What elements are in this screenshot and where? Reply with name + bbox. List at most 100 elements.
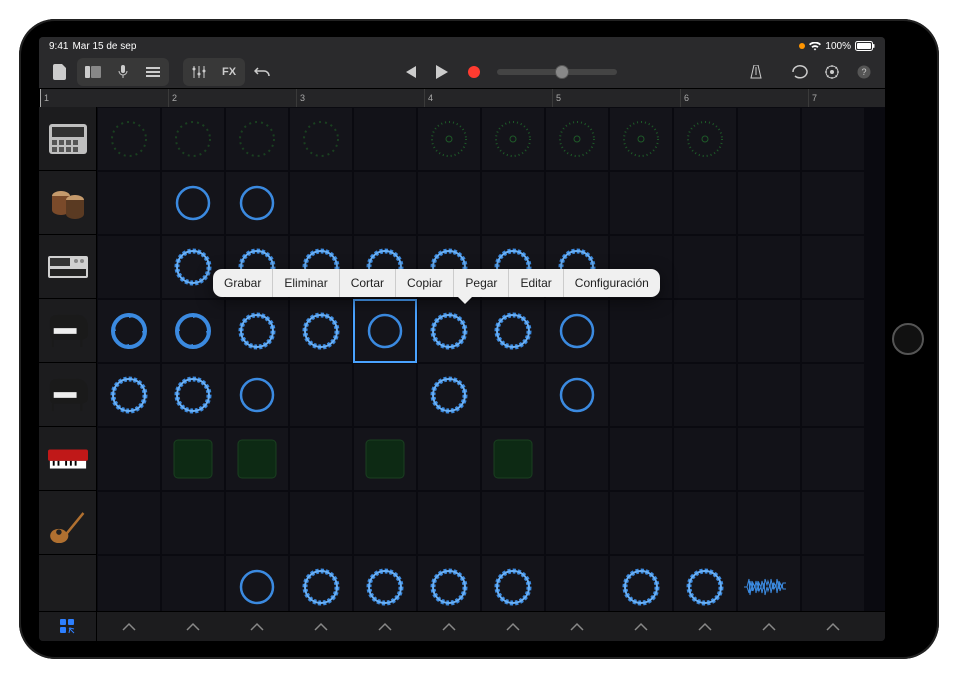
empty-cell[interactable] xyxy=(609,491,673,555)
empty-cell[interactable] xyxy=(481,491,545,555)
track-header-synth-module[interactable] xyxy=(39,235,96,299)
empty-cell[interactable] xyxy=(801,107,865,171)
loop-cell[interactable] xyxy=(97,299,161,363)
track-header-keyboard-red[interactable] xyxy=(39,427,96,491)
track-header-bass-guitar[interactable] xyxy=(39,491,96,555)
loop-browser-button[interactable] xyxy=(785,59,815,85)
empty-cell[interactable] xyxy=(801,363,865,427)
empty-cell[interactable] xyxy=(225,491,289,555)
column-trigger[interactable] xyxy=(673,612,737,641)
empty-cell[interactable] xyxy=(97,555,161,611)
column-trigger[interactable] xyxy=(289,612,353,641)
loop-cell[interactable] xyxy=(289,555,353,611)
go-to-start-button[interactable] xyxy=(395,59,425,85)
empty-cell[interactable] xyxy=(737,299,801,363)
empty-cell[interactable] xyxy=(161,491,225,555)
column-trigger[interactable] xyxy=(481,612,545,641)
empty-cell[interactable] xyxy=(737,427,801,491)
column-trigger[interactable] xyxy=(161,612,225,641)
ruler[interactable]: 1234567 xyxy=(40,89,885,107)
empty-cell[interactable] xyxy=(97,235,161,299)
my-songs-button[interactable] xyxy=(45,59,75,85)
empty-cell[interactable] xyxy=(737,363,801,427)
empty-cell[interactable] xyxy=(673,427,737,491)
empty-cell[interactable] xyxy=(481,171,545,235)
empty-cell[interactable] xyxy=(737,235,801,299)
loop-cell[interactable] xyxy=(161,299,225,363)
empty-cell[interactable] xyxy=(289,363,353,427)
column-trigger[interactable] xyxy=(801,612,865,641)
loop-cell[interactable] xyxy=(481,107,545,171)
loop-cell[interactable] xyxy=(353,299,417,363)
loop-cell[interactable] xyxy=(673,555,737,611)
column-trigger[interactable] xyxy=(417,612,481,641)
play-button[interactable] xyxy=(427,59,457,85)
empty-cell[interactable] xyxy=(609,427,673,491)
track-header-percussion[interactable] xyxy=(39,171,96,235)
empty-cell[interactable] xyxy=(801,555,865,611)
column-trigger[interactable] xyxy=(737,612,801,641)
fx-button[interactable]: FX xyxy=(214,59,244,85)
ruler-tick[interactable]: 5 xyxy=(552,89,680,107)
metronome-button[interactable] xyxy=(741,59,771,85)
empty-cell[interactable] xyxy=(417,427,481,491)
loop-cell[interactable] xyxy=(225,555,289,611)
loop-cell[interactable] xyxy=(225,171,289,235)
loop-cell[interactable] xyxy=(225,427,289,491)
empty-cell[interactable] xyxy=(545,171,609,235)
empty-cell[interactable] xyxy=(97,427,161,491)
empty-cell[interactable] xyxy=(801,235,865,299)
home-button[interactable] xyxy=(892,323,924,355)
column-trigger[interactable] xyxy=(353,612,417,641)
undo-button[interactable] xyxy=(247,59,277,85)
loop-cell[interactable] xyxy=(545,107,609,171)
loop-cell[interactable] xyxy=(417,363,481,427)
loop-cell[interactable] xyxy=(417,107,481,171)
track-header-grand-piano[interactable] xyxy=(39,299,96,363)
mixer-button[interactable] xyxy=(184,59,214,85)
empty-cell[interactable] xyxy=(97,171,161,235)
loop-cell[interactable] xyxy=(161,363,225,427)
empty-cell[interactable] xyxy=(417,491,481,555)
empty-cell[interactable] xyxy=(609,299,673,363)
empty-cell[interactable] xyxy=(545,427,609,491)
empty-cell[interactable] xyxy=(545,491,609,555)
context-menu-pegar[interactable]: Pegar xyxy=(454,269,509,297)
context-menu-cortar[interactable]: Cortar xyxy=(340,269,396,297)
loop-cell[interactable] xyxy=(225,363,289,427)
loop-cell[interactable] xyxy=(609,555,673,611)
loop-cell[interactable] xyxy=(417,555,481,611)
help-button[interactable]: ? xyxy=(849,59,879,85)
grid-mode-button[interactable] xyxy=(39,612,97,641)
tracks-view-button[interactable] xyxy=(138,59,168,85)
loop-cell[interactable] xyxy=(289,299,353,363)
track-header-grand-piano[interactable] xyxy=(39,363,96,427)
empty-cell[interactable] xyxy=(737,171,801,235)
empty-cell[interactable] xyxy=(737,491,801,555)
mic-button[interactable] xyxy=(108,59,138,85)
empty-cell[interactable] xyxy=(673,235,737,299)
empty-cell[interactable] xyxy=(801,171,865,235)
empty-cell[interactable] xyxy=(353,491,417,555)
empty-cell[interactable] xyxy=(417,171,481,235)
ruler-tick[interactable]: 1 xyxy=(40,89,168,107)
loop-cell[interactable] xyxy=(353,555,417,611)
loop-cell[interactable] xyxy=(609,107,673,171)
column-trigger[interactable] xyxy=(225,612,289,641)
context-menu-copiar[interactable]: Copiar xyxy=(396,269,454,297)
empty-cell[interactable] xyxy=(353,171,417,235)
track-header-drum-machine[interactable] xyxy=(39,107,96,171)
empty-cell[interactable] xyxy=(289,171,353,235)
empty-cell[interactable] xyxy=(289,491,353,555)
empty-cell[interactable] xyxy=(801,299,865,363)
empty-cell[interactable] xyxy=(353,107,417,171)
loop-cell[interactable] xyxy=(417,299,481,363)
empty-cell[interactable] xyxy=(737,107,801,171)
loop-cell[interactable] xyxy=(353,427,417,491)
playhead-scrubber[interactable] xyxy=(497,69,617,75)
loop-cell[interactable] xyxy=(673,107,737,171)
context-menu-grabar[interactable]: Grabar xyxy=(213,269,273,297)
loop-cell[interactable] xyxy=(289,107,353,171)
loop-cell[interactable] xyxy=(481,299,545,363)
empty-cell[interactable] xyxy=(673,363,737,427)
